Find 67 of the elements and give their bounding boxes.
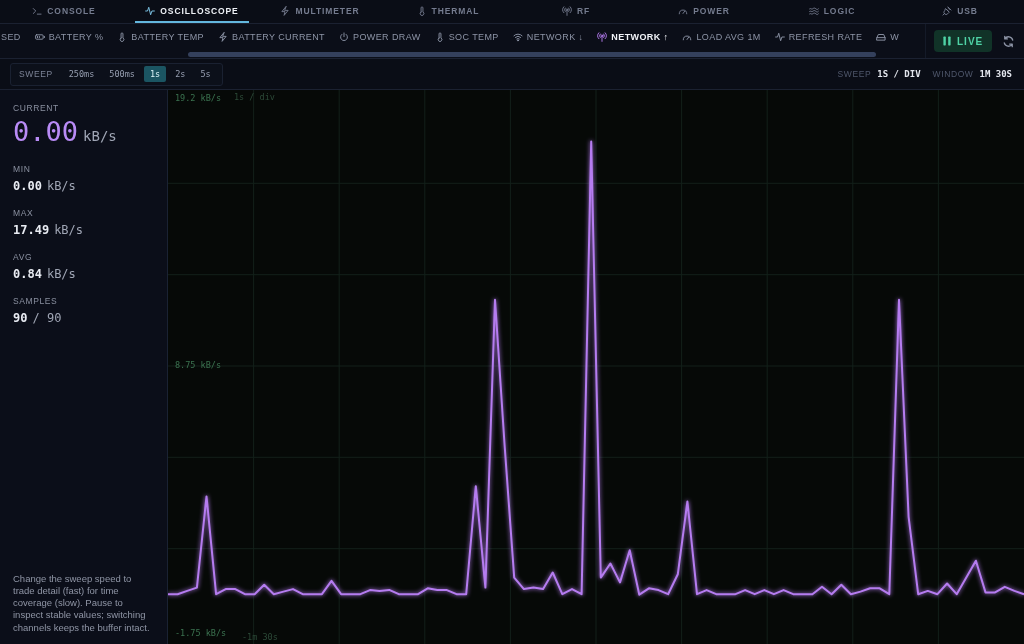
chart-note: -1m 30s <box>242 632 278 642</box>
stat-value: 90 <box>13 310 28 326</box>
readout-label: SWEEP <box>837 69 872 79</box>
channel-tab[interactable]: NETWORK ↓ <box>512 32 584 42</box>
channel-tab[interactable]: SED <box>1 32 21 42</box>
antenna-icon <box>561 5 572 16</box>
help-text: Change the sweep speed to trade detail (fast) for time coverage (slow). Pause to inspect stable values; switching channels keeps the buffer intact. <box>13 572 151 634</box>
channel-tab[interactable]: BATTERY TEMP <box>117 32 204 42</box>
stat-label: SAMPLES <box>13 295 58 307</box>
terminal-icon <box>32 5 43 16</box>
sweep-option[interactable]: 5s <box>194 66 217 82</box>
sweep-option[interactable]: 250ms <box>62 66 101 82</box>
sweep-option[interactable]: 500ms <box>103 66 141 82</box>
power-icon <box>339 32 349 42</box>
stat-unit: kB/s <box>54 222 84 238</box>
stat-label: AVG <box>13 251 33 263</box>
sweep-option[interactable]: 1s <box>143 66 167 82</box>
wifi-icon <box>512 32 523 42</box>
tab[interactable]: POWER <box>668 0 740 23</box>
waves-icon <box>808 5 819 16</box>
stat-unit: kB/s <box>46 266 76 282</box>
waveform-icon <box>774 32 785 42</box>
axis-label: 19.2 kB/s <box>175 92 222 103</box>
readout-value: 1S / DIV <box>877 69 921 79</box>
channel-tab[interactable]: REFRESH RATE <box>774 32 863 42</box>
sweep-label: SWEEP <box>18 69 54 79</box>
channel-tab[interactable]: NETWORK ↑ <box>597 32 669 42</box>
axis-label: -1.75 kB/s <box>175 628 227 638</box>
stat-label: CURRENT <box>13 102 59 114</box>
stat-unit: kB/s <box>46 178 76 194</box>
tab[interactable]: MULTIMETER <box>270 0 370 23</box>
lightning-icon <box>218 32 228 42</box>
channel-tab[interactable]: LOAD AVG 1M <box>682 32 761 42</box>
axis-label: 8.75 kB/s <box>175 359 222 370</box>
drive-icon <box>876 32 887 42</box>
channel-tab[interactable]: BATTERY % <box>34 32 104 42</box>
readout-value: 1M 30S <box>979 69 1012 79</box>
tab[interactable]: LOGIC <box>798 0 866 23</box>
channel-tab[interactable]: BATTERY CURRENT <box>218 32 325 42</box>
tab[interactable]: THERMAL <box>406 0 490 23</box>
battery-icon <box>34 32 45 42</box>
live-button[interactable]: LIVE <box>934 30 993 52</box>
chart-note: 1s / div <box>234 92 275 102</box>
tab[interactable]: RF <box>551 0 601 23</box>
stat-value: 0.00 <box>13 178 42 194</box>
channel-tab[interactable]: SOC TEMP <box>434 32 499 42</box>
waveform-icon <box>145 5 156 16</box>
antenna-icon <box>597 32 608 42</box>
refresh-icon[interactable] <box>1002 34 1016 48</box>
stat-label: MIN <box>13 163 31 175</box>
lightning-icon <box>280 5 291 16</box>
channel-tab[interactable]: POWER DRAW <box>339 32 421 42</box>
tab[interactable]: USB <box>932 0 988 23</box>
stat-value: 17.49 <box>13 222 50 238</box>
pause-icon <box>943 36 951 46</box>
readout-label: WINDOW <box>932 69 974 79</box>
gauge-icon <box>682 32 693 42</box>
stat-unit: kB/s <box>83 128 117 144</box>
channel-tab[interactable]: W <box>876 32 900 42</box>
plug-icon <box>942 5 953 16</box>
tab[interactable]: CONSOLE <box>22 0 106 23</box>
stat-value: 0.84 <box>13 266 42 282</box>
stat-value: 0.00 <box>13 117 79 147</box>
stat-unit: / 90 <box>32 310 62 326</box>
scrollbar-thumb[interactable] <box>188 51 876 57</box>
sweep-option[interactable]: 2s <box>169 66 192 82</box>
stat-label: MAX <box>13 207 34 219</box>
